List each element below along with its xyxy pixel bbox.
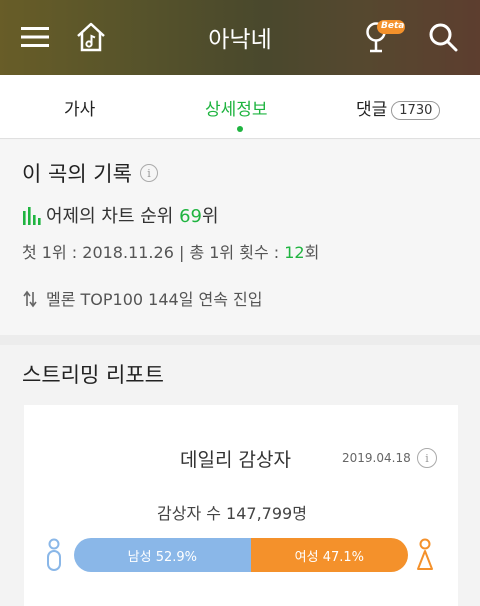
chart-bars-icon [23,207,41,225]
song-title: 아낙네 [208,27,272,53]
comment-count-badge: 1730 [391,101,441,120]
tab-lyrics[interactable]: 가사 [64,95,95,120]
beta-badge: Beta [381,21,405,31]
mic-beta-button[interactable]: Beta [360,18,406,56]
active-tab-indicator [237,126,243,132]
female-ratio-segment: 여성 47.1% [250,538,408,572]
daily-listener-title: 데일리 감상자 [180,449,291,471]
male-icon [47,538,61,571]
hamburger-icon [21,27,49,47]
tab-details[interactable]: 상세정보 [205,95,268,120]
stream-title: 스트리밍 리포트 [22,363,164,387]
top100-row: 멜론 TOP100 144일 연속 진입 [22,286,262,310]
section-divider [0,335,480,345]
tab-bar: 가사 상세정보 댓글 1730 [0,75,480,139]
female-icon [417,538,433,570]
top100-text: 멜론 TOP100 144일 연속 진입 [46,290,263,309]
search-button[interactable] [424,18,462,56]
info-icon[interactable]: i [139,164,158,182]
home-button[interactable] [72,18,110,56]
first-rank-row: 첫 1위 : 2018.11.26 | 총 1위 횟수 : 12회 [22,239,319,263]
rank-arrows-icon [23,290,37,307]
gender-ratio-bar: 남성 52.9% 여성 47.1% [74,538,408,572]
chart-rank-prefix: 어제의 차트 순위 [46,206,180,227]
chart-rank-row: 어제의 차트 순위 69위 [22,202,219,228]
info-icon[interactable]: i [417,448,437,468]
listener-count: 감상자 수 147,799명 [157,504,307,523]
chart-rank-value: 69 [179,206,202,227]
daily-listener-card: 데일리 감상자 2019.04.18 i 감상자 수 147,799명 남성 5… [24,405,458,606]
record-heading: 이 곡의 기록 i [22,158,158,188]
app-header: 아낙네 Beta [0,0,480,75]
record-title: 이 곡의 기록 [22,162,132,186]
first-rank-suffix: 회 [304,243,320,262]
report-date: 2019.04.18 [342,451,411,465]
tab-comments-label: 댓글 [356,100,388,120]
first-rank-text: 첫 1위 : 2018.11.26 | 총 1위 횟수 : [22,243,285,262]
male-ratio-segment: 남성 52.9% [74,538,251,572]
menu-button[interactable] [16,18,54,56]
chart-rank-suffix: 위 [202,206,219,227]
tab-comments[interactable]: 댓글 1730 [356,95,441,121]
first-rank-count: 12 [284,243,305,262]
song-record-section: 이 곡의 기록 i 어제의 차트 순위 69위 첫 1위 : 2018.11.26… [0,140,480,335]
streaming-report-section: 스트리밍 리포트 데일리 감상자 2019.04.18 i 감상자 수 147,… [0,345,480,606]
search-icon [429,23,458,52]
music-home-icon [77,22,105,52]
